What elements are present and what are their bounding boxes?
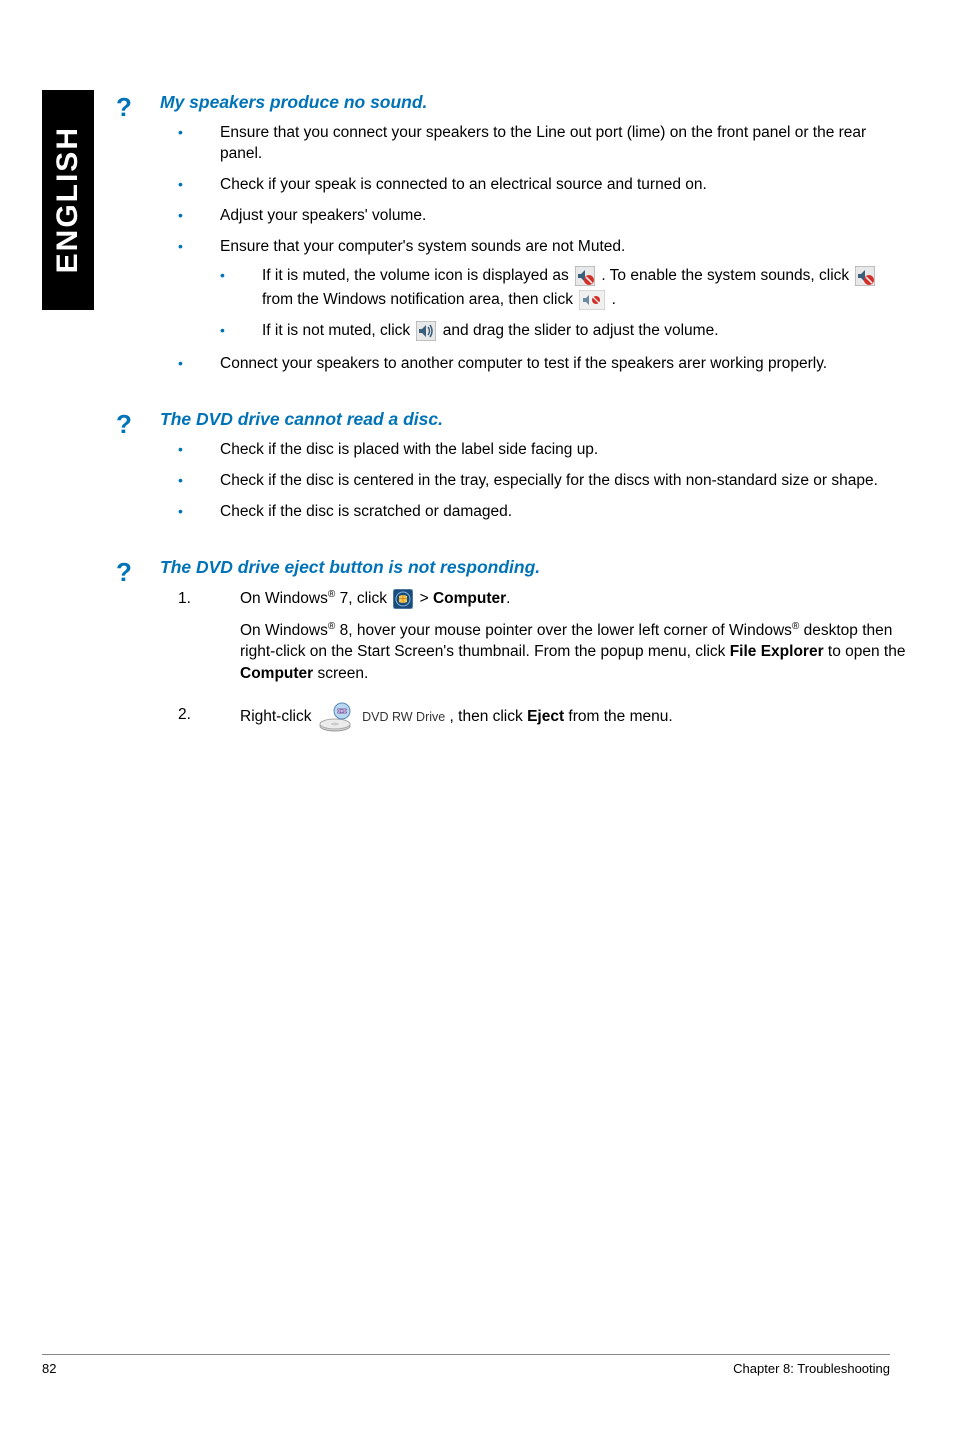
svg-text:DVD: DVD xyxy=(337,708,347,713)
bullet-list: Check if the disc is placed with the lab… xyxy=(178,440,908,523)
step-list: On Windows® 7, click > Computer. On Wind… xyxy=(178,588,908,735)
page: ENGLISH ? My speakers produce no sound. … xyxy=(0,0,954,1438)
text: from the Windows notification area, then… xyxy=(262,291,577,308)
content-area: ? My speakers produce no sound. Ensure t… xyxy=(118,90,908,769)
list-item: Adjust your speakers' volume. xyxy=(178,206,908,227)
list-item: Check if your speak is connected to an e… xyxy=(178,175,908,196)
bold-text: Computer xyxy=(240,665,313,682)
question-mark-icon: ? xyxy=(116,409,132,440)
text: to open the xyxy=(824,643,906,660)
step-item: Right-click DVD DVD RW Drive xyxy=(178,699,908,735)
question-mark-icon: ? xyxy=(116,92,132,123)
faq-title: My speakers produce no sound. xyxy=(160,92,908,113)
page-number: 82 xyxy=(42,1361,56,1376)
dvd-drive-icon: DVD xyxy=(316,699,358,735)
text: and drag the slider to adjust the volume… xyxy=(443,322,719,339)
inner-list: If it is muted, the volume icon is displ… xyxy=(220,264,908,344)
list-item: Check if the disc is centered in the tra… xyxy=(178,471,908,492)
text: . To enable the system sounds, click xyxy=(601,267,853,284)
text: 8, hover your mouse pointer over the low… xyxy=(335,622,792,639)
speaker-muted-icon xyxy=(575,266,595,286)
text: 7, click xyxy=(335,590,391,607)
speaker-icon xyxy=(416,321,436,341)
list-item: Ensure that your computer's system sound… xyxy=(178,237,908,344)
faq-title: The DVD drive cannot read a disc. xyxy=(160,409,908,430)
list-item: Connect your speakers to another compute… xyxy=(178,354,908,375)
list-item: If it is not muted, click and drag the s… xyxy=(220,319,908,344)
dvd-label: DVD RW Drive xyxy=(362,710,445,724)
faq-title: The DVD drive eject button is not respon… xyxy=(160,557,908,578)
faq-section-speakers: ? My speakers produce no sound. Ensure t… xyxy=(118,92,908,375)
list-item: Check if the disc is scratched or damage… xyxy=(178,502,908,523)
bullet-list: Ensure that you connect your speakers to… xyxy=(178,123,908,375)
list-item: If it is muted, the volume icon is displ… xyxy=(220,264,908,314)
step-paragraph: On Windows® 8, hover your mouse pointer … xyxy=(240,620,908,685)
language-tab: ENGLISH xyxy=(42,90,94,310)
bold-text: File Explorer xyxy=(730,643,824,660)
speaker-small-muted-icon xyxy=(579,290,605,310)
text: from the menu. xyxy=(564,708,673,725)
text: If it is muted, the volume icon is displ… xyxy=(262,267,573,284)
text: screen. xyxy=(313,665,368,682)
bold-text: Computer xyxy=(433,590,506,607)
list-item: Ensure that you connect your speakers to… xyxy=(178,123,908,165)
text: If it is not muted, click xyxy=(262,322,414,339)
question-mark-icon: ? xyxy=(116,557,132,588)
list-item: Check if the disc is placed with the lab… xyxy=(178,440,908,461)
bold-text: Eject xyxy=(527,708,564,725)
page-footer: 82 Chapter 8: Troubleshooting xyxy=(42,1354,890,1376)
list-text: Ensure that your computer's system sound… xyxy=(220,238,625,255)
text: . xyxy=(506,590,510,607)
speaker-muted-icon xyxy=(855,266,875,286)
text: , then click xyxy=(450,708,528,725)
text: On Windows xyxy=(240,622,328,639)
text: On Windows xyxy=(240,590,328,607)
step-item: On Windows® 7, click > Computer. On Wind… xyxy=(178,588,908,685)
faq-section-dvd-read: ? The DVD drive cannot read a disc. Chec… xyxy=(118,409,908,523)
text: . xyxy=(612,291,616,308)
chapter-label: Chapter 8: Troubleshooting xyxy=(733,1361,890,1376)
text: Right-click xyxy=(240,708,316,725)
text: > xyxy=(420,590,433,607)
faq-section-dvd-eject: ? The DVD drive eject button is not resp… xyxy=(118,557,908,735)
language-label: ENGLISH xyxy=(51,126,85,273)
windows-start-icon xyxy=(393,589,413,609)
